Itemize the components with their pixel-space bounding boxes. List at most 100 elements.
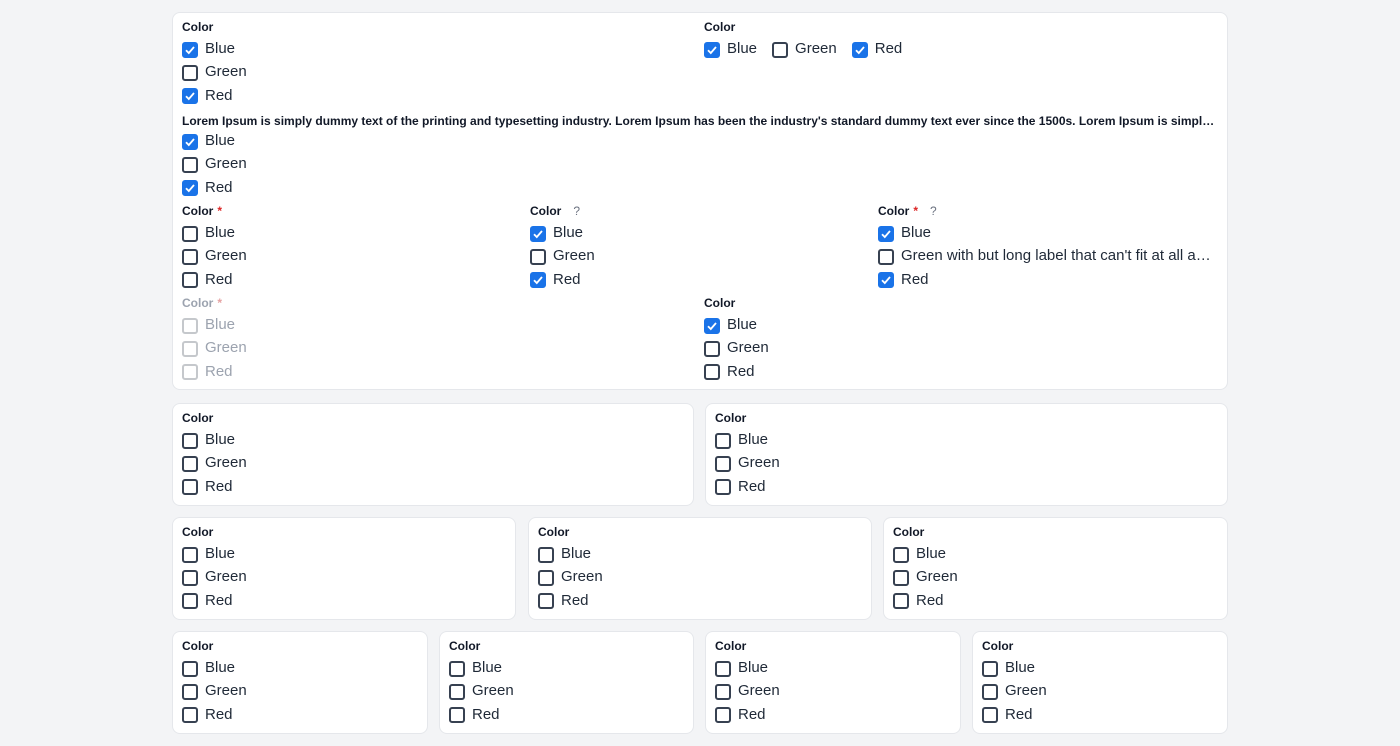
checkbox-green[interactable]: Green: [182, 152, 1201, 175]
checkbox-blue[interactable]: Blue: [530, 221, 844, 244]
checkbox-green[interactable]: Green: [182, 679, 401, 702]
checkbox-blue[interactable]: Blue: [704, 37, 757, 60]
checkbox-box[interactable]: [182, 569, 198, 586]
checkbox-box[interactable]: [449, 660, 465, 677]
checkbox-box[interactable]: [982, 707, 998, 724]
checkbox-red[interactable]: Red: [182, 589, 486, 612]
checkbox-blue[interactable]: Blue: [449, 656, 668, 679]
checkbox-box[interactable]: [982, 660, 998, 677]
checkbox-green[interactable]: Green: [538, 565, 842, 588]
checkbox-blue[interactable]: Blue: [182, 428, 666, 451]
checkbox-green[interactable]: Green: [982, 679, 1201, 702]
checkbox-red[interactable]: Red: [538, 589, 842, 612]
checkbox-box[interactable]: [182, 41, 198, 58]
checkbox-box[interactable]: [530, 272, 546, 289]
checkbox-box[interactable]: [715, 707, 731, 724]
checkbox-green-long[interactable]: Green with but long label that can't fit…: [878, 244, 1218, 267]
checkbox-green[interactable]: Green: [772, 37, 837, 60]
checkbox-box[interactable]: [878, 272, 894, 289]
checkbox-box[interactable]: [182, 88, 198, 105]
checkbox-red[interactable]: Red: [182, 268, 496, 291]
checkbox-red[interactable]: Red: [893, 589, 1197, 612]
checkbox-box[interactable]: [182, 593, 198, 610]
group-label: Color: [182, 639, 214, 653]
checkbox-box[interactable]: [530, 248, 546, 265]
checkbox-green[interactable]: Green: [704, 336, 1188, 359]
checkbox-box[interactable]: [715, 660, 731, 677]
checkbox-green[interactable]: Green: [715, 679, 934, 702]
help-icon[interactable]: ?: [573, 199, 580, 223]
checkbox-box[interactable]: [182, 225, 198, 242]
checkbox-box[interactable]: [715, 455, 731, 472]
checkbox-box[interactable]: [772, 41, 789, 58]
checkbox-box[interactable]: [893, 546, 909, 563]
checkbox-box[interactable]: [182, 546, 198, 563]
checkbox-blue[interactable]: Blue: [715, 428, 1199, 451]
checkbox-blue[interactable]: Blue: [538, 542, 842, 565]
checkbox-green[interactable]: Green: [182, 60, 666, 83]
checkbox-red[interactable]: Red: [704, 360, 1188, 383]
checkbox-red[interactable]: Red: [530, 268, 844, 291]
checkbox-blue[interactable]: Blue: [878, 221, 1202, 244]
checkbox-box[interactable]: [182, 180, 198, 197]
checkbox-box[interactable]: [715, 479, 731, 496]
checkbox-blue[interactable]: Blue: [982, 656, 1201, 679]
checkbox-box[interactable]: [182, 660, 198, 677]
checkbox-green[interactable]: Green: [530, 244, 844, 267]
checkbox-blue[interactable]: Blue: [182, 656, 401, 679]
checkbox-box[interactable]: [530, 225, 546, 242]
checkbox-green[interactable]: Green: [715, 451, 1199, 474]
checkbox-box[interactable]: [715, 432, 731, 449]
checkbox-box[interactable]: [851, 41, 868, 58]
checkbox-box[interactable]: [704, 317, 720, 334]
checkbox-blue[interactable]: Blue: [893, 542, 1197, 565]
checkbox-red[interactable]: Red: [449, 703, 668, 726]
checkbox-box[interactable]: [182, 272, 198, 289]
checkbox-red[interactable]: Red: [851, 37, 902, 60]
checkbox-red[interactable]: Red: [715, 475, 1199, 498]
checkbox-green[interactable]: Green: [893, 565, 1197, 588]
checkbox-box[interactable]: [893, 593, 909, 610]
checkbox-box[interactable]: [182, 248, 198, 265]
help-icon[interactable]: ?: [930, 199, 937, 223]
checkbox-red[interactable]: Red: [182, 84, 666, 107]
checkbox-box[interactable]: [538, 546, 554, 563]
checkbox-blue[interactable]: Blue: [715, 656, 934, 679]
checkbox-box[interactable]: [704, 41, 720, 58]
checkbox-blue[interactable]: Blue: [704, 313, 1188, 336]
checkbox-box[interactable]: [182, 64, 198, 81]
checkbox-box[interactable]: [449, 683, 465, 700]
checkbox-red[interactable]: Red: [182, 176, 1201, 199]
checkbox-green[interactable]: Green: [182, 244, 496, 267]
checkbox-box[interactable]: [182, 683, 198, 700]
checkbox-blue[interactable]: Blue: [182, 37, 666, 60]
checkbox-red[interactable]: Red: [878, 268, 1202, 291]
checkbox-box[interactable]: [878, 248, 894, 265]
checkbox-box[interactable]: [893, 569, 909, 586]
checkbox-box[interactable]: [182, 156, 198, 173]
checkbox-red[interactable]: Red: [182, 475, 666, 498]
checkbox-blue[interactable]: Blue: [182, 129, 1201, 152]
checkbox-red[interactable]: Red: [982, 703, 1201, 726]
checkbox-box[interactable]: [449, 707, 465, 724]
checkbox-blue: Blue: [182, 313, 666, 336]
checkbox-box[interactable]: [182, 455, 198, 472]
checkbox-box[interactable]: [182, 432, 198, 449]
checkbox-green[interactable]: Green: [182, 451, 666, 474]
checkbox-green[interactable]: Green: [449, 679, 668, 702]
checkbox-box[interactable]: [878, 225, 894, 242]
checkbox-red[interactable]: Red: [715, 703, 934, 726]
checkbox-box[interactable]: [182, 133, 198, 150]
checkbox-box[interactable]: [182, 479, 198, 496]
checkbox-blue[interactable]: Blue: [182, 542, 486, 565]
checkbox-box[interactable]: [538, 569, 554, 586]
checkbox-box[interactable]: [704, 364, 720, 381]
checkbox-red[interactable]: Red: [182, 703, 401, 726]
checkbox-box[interactable]: [982, 683, 998, 700]
checkbox-green[interactable]: Green: [182, 565, 486, 588]
checkbox-box[interactable]: [704, 340, 720, 357]
checkbox-box[interactable]: [538, 593, 554, 610]
checkbox-box[interactable]: [182, 707, 198, 724]
checkbox-box[interactable]: [715, 683, 731, 700]
checkbox-blue[interactable]: Blue: [182, 221, 496, 244]
